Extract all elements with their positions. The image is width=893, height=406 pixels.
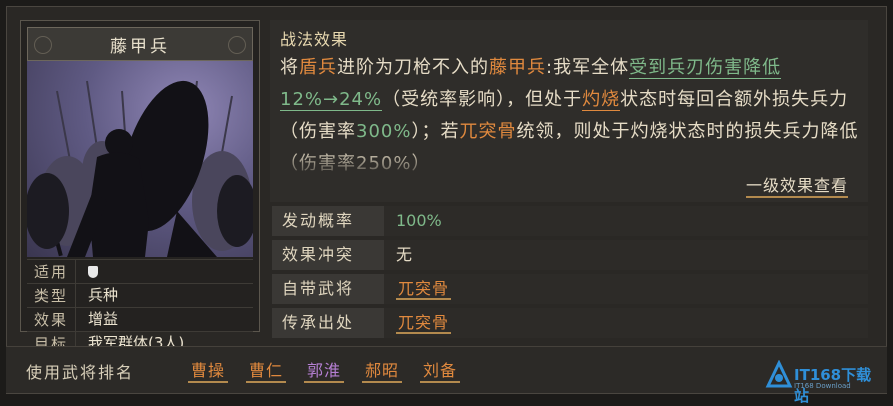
stat-key: 发动概率 — [272, 206, 384, 236]
general-ranking-bar: 使用武将排名 曹操 曹仁 郭淮 郝昭 刘备 — [6, 346, 887, 393]
card-title: 藤甲兵 — [27, 27, 253, 61]
info-row-type: 类型 兵种 — [27, 283, 253, 307]
effect-text-part: :我军全体 — [546, 57, 630, 78]
general-link[interactable]: 兀突骨 — [396, 279, 452, 300]
general-keyword: 兀突骨 — [459, 121, 517, 142]
info-value-apply — [75, 260, 253, 283]
title-ornament-right — [228, 36, 246, 54]
stat-key: 传承出处 — [272, 308, 384, 338]
level-one-effect-link[interactable]: 一级效果查看 — [745, 172, 848, 198]
stat-value-conflict: 无 — [384, 240, 868, 270]
stat-value-inherit-source: 兀突骨 — [384, 308, 868, 338]
effect-text-part: ）；若 — [411, 121, 460, 142]
info-key: 适用 — [33, 263, 68, 281]
it168-watermark: IT168下载站 IT168 Download — [764, 356, 884, 405]
shield-icon — [88, 265, 98, 278]
stat-value-trigger-rate: 100% — [384, 206, 868, 236]
effect-section: 战法效果 将盾兵进阶为刀枪不入的藤甲兵:我军全体受到兵刃伤害降低12%→24%（… — [270, 20, 868, 202]
rattan-troop-keyword: 藤甲兵 — [489, 57, 546, 78]
it168-logo-icon — [765, 360, 793, 388]
troop-portrait — [27, 61, 253, 257]
stat-row-conflict: 效果冲突 无 — [272, 240, 868, 270]
general-link[interactable]: 兀突骨 — [396, 313, 452, 334]
stat-row-inherit-source: 传承出处 兀突骨 — [272, 308, 868, 338]
effect-text-part: （受统率影响），但处于 — [382, 89, 583, 110]
effect-title: 战法效果 — [280, 30, 349, 49]
info-row-effect: 效果 增益 — [27, 307, 253, 331]
troop-info-table: 适用 类型 兵种 效果 增益 目标 我军群体(3人) — [27, 259, 253, 355]
watermark-sub: IT168 Download — [794, 382, 851, 390]
info-key: 类型 — [33, 287, 68, 305]
effect-text-part: 将 — [280, 57, 299, 78]
general-link[interactable]: 曹仁 — [246, 357, 287, 383]
stat-row-own-general: 自带武将 兀突骨 — [272, 274, 868, 304]
title-ornament-left — [34, 36, 52, 54]
card-title-text: 藤甲兵 — [110, 36, 170, 57]
damage-rate-value: 300% — [356, 121, 412, 142]
general-link[interactable]: 刘备 — [420, 357, 461, 383]
general-link[interactable]: 郭淮 — [304, 357, 345, 383]
general-link[interactable]: 曹操 — [188, 357, 229, 383]
troop-card: 藤甲兵 适用 类型 兵种 效果 增益 目标 我军群体(3人) — [20, 20, 260, 355]
burn-keyword[interactable]: 灼烧 — [582, 89, 621, 111]
info-key: 效果 — [33, 311, 68, 329]
shield-troop-keyword: 盾兵 — [299, 57, 337, 78]
stat-key: 自带武将 — [272, 274, 384, 304]
general-link[interactable]: 郝昭 — [362, 357, 403, 383]
rattan-soldiers-silhouette — [27, 80, 253, 257]
info-value: 增益 — [75, 308, 253, 331]
ranking-label: 使用武将排名 — [26, 363, 135, 382]
info-row-apply: 适用 — [27, 259, 253, 283]
stat-key: 效果冲突 — [272, 240, 384, 270]
stat-row-trigger-rate: 发动概率 100% — [272, 206, 868, 236]
info-value: 兵种 — [75, 284, 253, 307]
stat-value-own-general: 兀突骨 — [384, 274, 868, 304]
effect-text-part: 进阶为刀枪不入的 — [337, 57, 489, 78]
